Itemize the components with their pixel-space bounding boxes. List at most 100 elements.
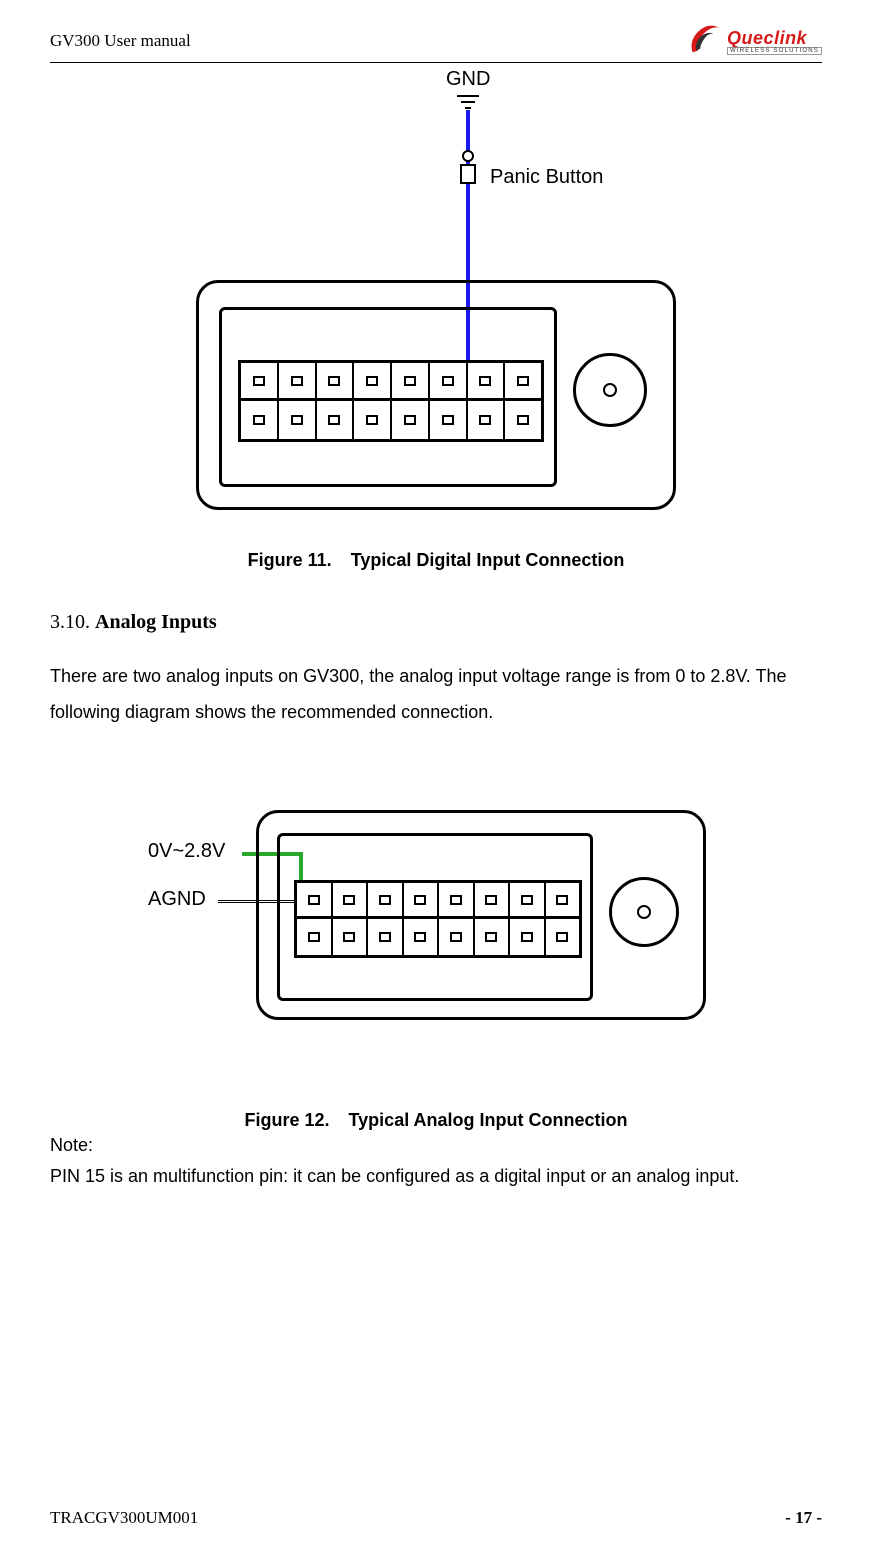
pin-hole-icon (253, 376, 265, 386)
gnd-label: GND (446, 68, 490, 91)
pin-hole-icon (308, 932, 320, 942)
pin-cell (279, 363, 317, 398)
pin-hole-icon (291, 415, 303, 425)
pin-cell (354, 401, 392, 439)
pin-hole-icon (404, 376, 416, 386)
pin-cell (475, 919, 511, 955)
pin-hole-icon (517, 415, 529, 425)
pin-cell (430, 401, 468, 439)
connector-block (238, 360, 544, 442)
pin-hole-icon (485, 932, 497, 942)
pin-cell (279, 401, 317, 439)
pin-row-bottom (297, 919, 579, 955)
page-content: GND Panic Button (50, 70, 822, 1194)
pin-hole-icon (479, 376, 491, 386)
pin-cell (546, 883, 580, 916)
page-footer: TRACGV300UM001 - 17 - (50, 1508, 822, 1528)
pin-cell (439, 919, 475, 955)
panic-button-label: Panic Button (490, 166, 603, 189)
pin-cell (392, 401, 430, 439)
pin-hole-icon (414, 932, 426, 942)
logo-swoosh-icon (685, 22, 723, 60)
figure-11-number: Figure 11. (248, 550, 332, 570)
pin-cell (317, 401, 355, 439)
circular-port-icon (609, 877, 679, 947)
section-number: 3.10. (50, 611, 95, 633)
pin-cell (505, 363, 541, 398)
pin-hole-icon (404, 415, 416, 425)
pin-row-top (241, 363, 541, 401)
panic-button-body-icon (460, 164, 476, 184)
section-body-text: There are two analog inputs on GV300, th… (50, 658, 822, 730)
pin-hole-icon (366, 376, 378, 386)
note-text: PIN 15 is an multifunction pin: it can b… (50, 1158, 822, 1194)
pin-cell (368, 919, 404, 955)
pin-cell (333, 883, 369, 916)
pin-cell (368, 883, 404, 916)
pin-cell (430, 363, 468, 398)
pin-cell (468, 401, 506, 439)
pin-cell (510, 919, 546, 955)
footer-page-number: - 17 - (785, 1508, 822, 1528)
pin-hole-icon (253, 415, 265, 425)
pin-hole-icon (442, 415, 454, 425)
pin-hole-icon (366, 415, 378, 425)
figure-11-caption: Figure 11. Typical Digital Input Connect… (50, 550, 822, 571)
circular-port-icon (573, 353, 647, 427)
voltage-label: 0V~2.8V (148, 840, 225, 863)
logo-text: Queclink WIRELESS SOLUTIONS (727, 28, 822, 55)
pin-cell (333, 919, 369, 955)
device-inner-panel (277, 833, 593, 1001)
pin-cell (241, 363, 279, 398)
pin-cell (354, 363, 392, 398)
pin-hole-icon (343, 932, 355, 942)
header-title: GV300 User manual (50, 31, 191, 51)
pin-cell (297, 883, 333, 916)
agnd-label: AGND (148, 888, 206, 911)
brand-logo: Queclink WIRELESS SOLUTIONS (685, 22, 822, 60)
pin-hole-icon (328, 415, 340, 425)
pin-cell (505, 401, 541, 439)
pin-cell (475, 883, 511, 916)
section-heading: 3.10. Analog Inputs (50, 611, 822, 634)
figure-12-diagram: 0V~2.8V AGND (156, 770, 716, 1080)
pin-hole-icon (442, 376, 454, 386)
pin-hole-icon (450, 895, 462, 905)
connector-block (294, 880, 582, 958)
pin-cell (439, 883, 475, 916)
logo-name: Queclink (727, 28, 807, 49)
pin-hole-icon (521, 932, 533, 942)
panic-button-knob-icon (462, 150, 474, 162)
pin-hole-icon (517, 376, 529, 386)
figure-11-diagram: GND Panic Button (156, 70, 716, 520)
logo-subtitle: WIRELESS SOLUTIONS (727, 47, 822, 55)
device-outline (196, 280, 676, 510)
section-title: Analog Inputs (95, 611, 217, 633)
pin-hole-icon (450, 932, 462, 942)
pin-hole-icon (556, 895, 568, 905)
note-label: Note: (50, 1135, 822, 1156)
pin-hole-icon (379, 895, 391, 905)
pin-cell (297, 919, 333, 955)
footer-doc-id: TRACGV300UM001 (50, 1508, 198, 1528)
pin-hole-icon (485, 895, 497, 905)
pin-cell (546, 919, 580, 955)
figure-12-caption: Figure 12. Typical Analog Input Connecti… (50, 1110, 822, 1131)
pin-hole-icon (328, 376, 340, 386)
figure-12-title: Typical Analog Input Connection (349, 1110, 628, 1130)
figure-11-title: Typical Digital Input Connection (351, 550, 625, 570)
pin-cell (404, 919, 440, 955)
pin-hole-icon (343, 895, 355, 905)
pin-cell (317, 363, 355, 398)
pin-cell (392, 363, 430, 398)
pin-hole-icon (379, 932, 391, 942)
pin-cell (510, 883, 546, 916)
pin-row-bottom (241, 401, 541, 439)
page-header: GV300 User manual Queclink WIRELESS SOLU… (50, 22, 822, 63)
pin-hole-icon (521, 895, 533, 905)
pin-cell (241, 401, 279, 439)
figure-12-number: Figure 12. (244, 1110, 329, 1130)
pin-hole-icon (291, 376, 303, 386)
pin-hole-icon (556, 932, 568, 942)
pin-hole-icon (479, 415, 491, 425)
